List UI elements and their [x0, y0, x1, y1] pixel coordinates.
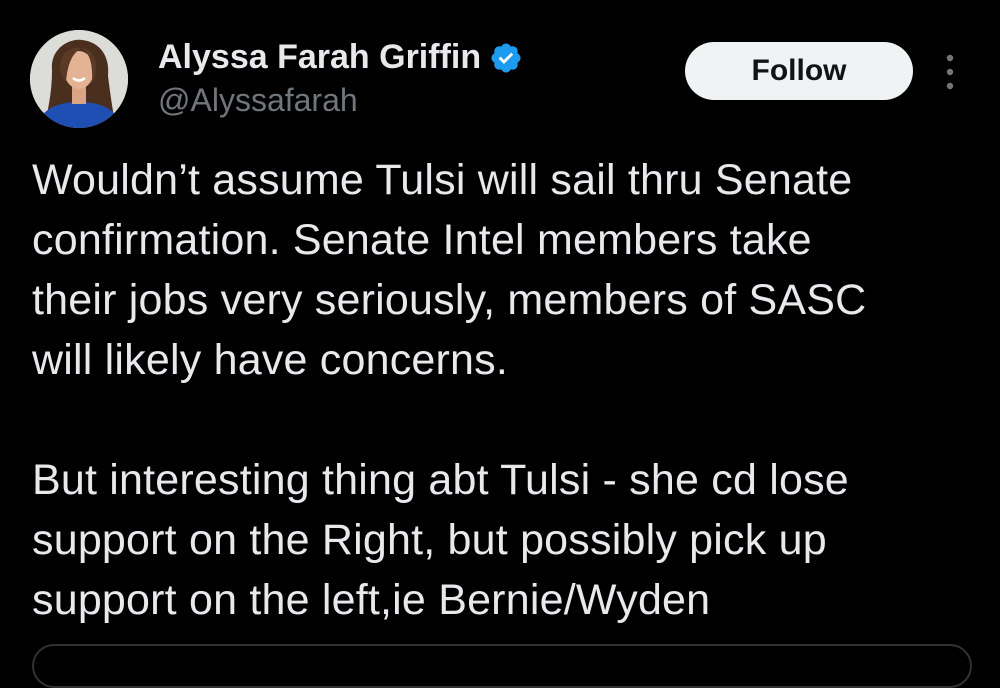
author-name-text[interactable]: Alyssa Farah Griffin: [158, 38, 481, 77]
verified-badge-icon[interactable]: [489, 41, 523, 75]
tweet-paragraph-2: But interesting thing abt Tulsi - she cd…: [32, 456, 849, 624]
author-handle[interactable]: @Alyssafarah: [158, 82, 358, 119]
author-display-name[interactable]: Alyssa Farah Griffin: [158, 38, 523, 77]
avatar[interactable]: [30, 30, 128, 128]
more-vertical-icon[interactable]: [938, 50, 962, 94]
tweet-paragraph-1: Wouldn’t assume Tulsi will sail thru Sen…: [32, 156, 867, 384]
avatar-photo: [30, 30, 128, 128]
tweet-body: Wouldn’t assume Tulsi will sail thru Sen…: [32, 150, 982, 630]
quoted-card-edge[interactable]: [32, 644, 972, 688]
tweet-card: Alyssa Farah Griffin @Alyssafarah Follow…: [0, 0, 1000, 688]
follow-button[interactable]: Follow: [685, 42, 913, 100]
